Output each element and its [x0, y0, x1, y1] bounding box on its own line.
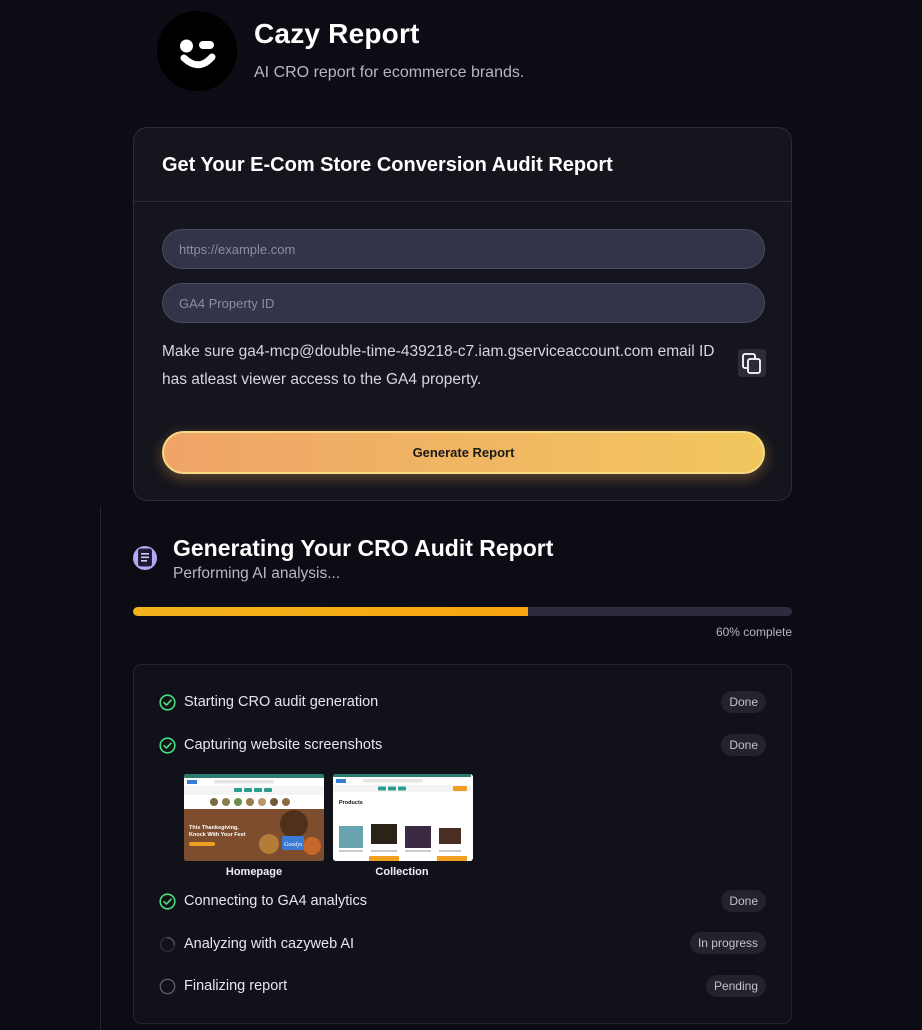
timeline-line	[100, 506, 101, 1030]
brand-subtitle: AI CRO report for ecommerce brands.	[254, 64, 525, 81]
svg-text:Products: Products	[339, 800, 363, 806]
homepage-screenshot[interactable]: Goodys This Thanksgiving, Knock With You…	[184, 774, 324, 861]
cazy-logo	[157, 11, 237, 91]
status-badge: Done	[721, 734, 766, 756]
service-account-hint: Make sure ga4-mcp@double-time-439218-c7.…	[162, 343, 715, 388]
card-divider	[134, 201, 791, 202]
generation-title: Generating Your CRO Audit Report	[173, 535, 554, 561]
check-circle-icon	[159, 694, 176, 711]
check-circle-icon	[159, 737, 176, 754]
progress-label: 60% complete	[715, 625, 792, 639]
progress-bar-fill	[133, 607, 529, 616]
progress-bar	[133, 607, 792, 616]
steps-card: Starting CRO audit generation Done Captu…	[133, 664, 792, 1024]
screenshot-caption: Collection	[375, 866, 429, 878]
brand-title: Cazy Report	[254, 18, 420, 49]
spinner-icon	[159, 936, 176, 953]
url-input[interactable]	[162, 229, 765, 269]
copy-icon	[742, 353, 761, 374]
screenshot-caption: Homepage	[225, 866, 283, 878]
form-title: Get Your E-Com Store Conversion Audit Re…	[162, 154, 613, 176]
status-badge: Done	[721, 691, 766, 713]
step-label: Analyzing with cazyweb AI	[184, 936, 355, 952]
status-badge: Done	[721, 890, 766, 912]
document-icon	[133, 543, 157, 573]
pending-circle-icon	[159, 978, 176, 995]
svg-text:Knock With Your Feet: Knock With Your Feet	[189, 832, 246, 838]
svg-text:Goodys: Goodys	[284, 842, 303, 848]
smile-logo-icon	[157, 11, 237, 91]
audit-form-card: Get Your E-Com Store Conversion Audit Re…	[133, 127, 792, 501]
status-badge: Pending	[705, 975, 766, 997]
status-badge: In progress	[689, 932, 766, 954]
svg-text:This Thanksgiving,: This Thanksgiving,	[189, 825, 239, 831]
generate-report-button[interactable]: Generate Report	[162, 431, 765, 474]
step-label: Capturing website screenshots	[184, 737, 383, 753]
generation-subtitle: Performing AI analysis...	[173, 565, 341, 582]
ga4-property-input[interactable]	[162, 283, 765, 323]
copy-email-button[interactable]	[738, 349, 766, 377]
check-circle-icon	[159, 893, 176, 910]
collection-screenshot[interactable]: Products	[333, 774, 473, 861]
step-label: Starting CRO audit generation	[184, 694, 379, 710]
step-label: Connecting to GA4 analytics	[184, 893, 367, 909]
step-label: Finalizing report	[184, 978, 288, 994]
